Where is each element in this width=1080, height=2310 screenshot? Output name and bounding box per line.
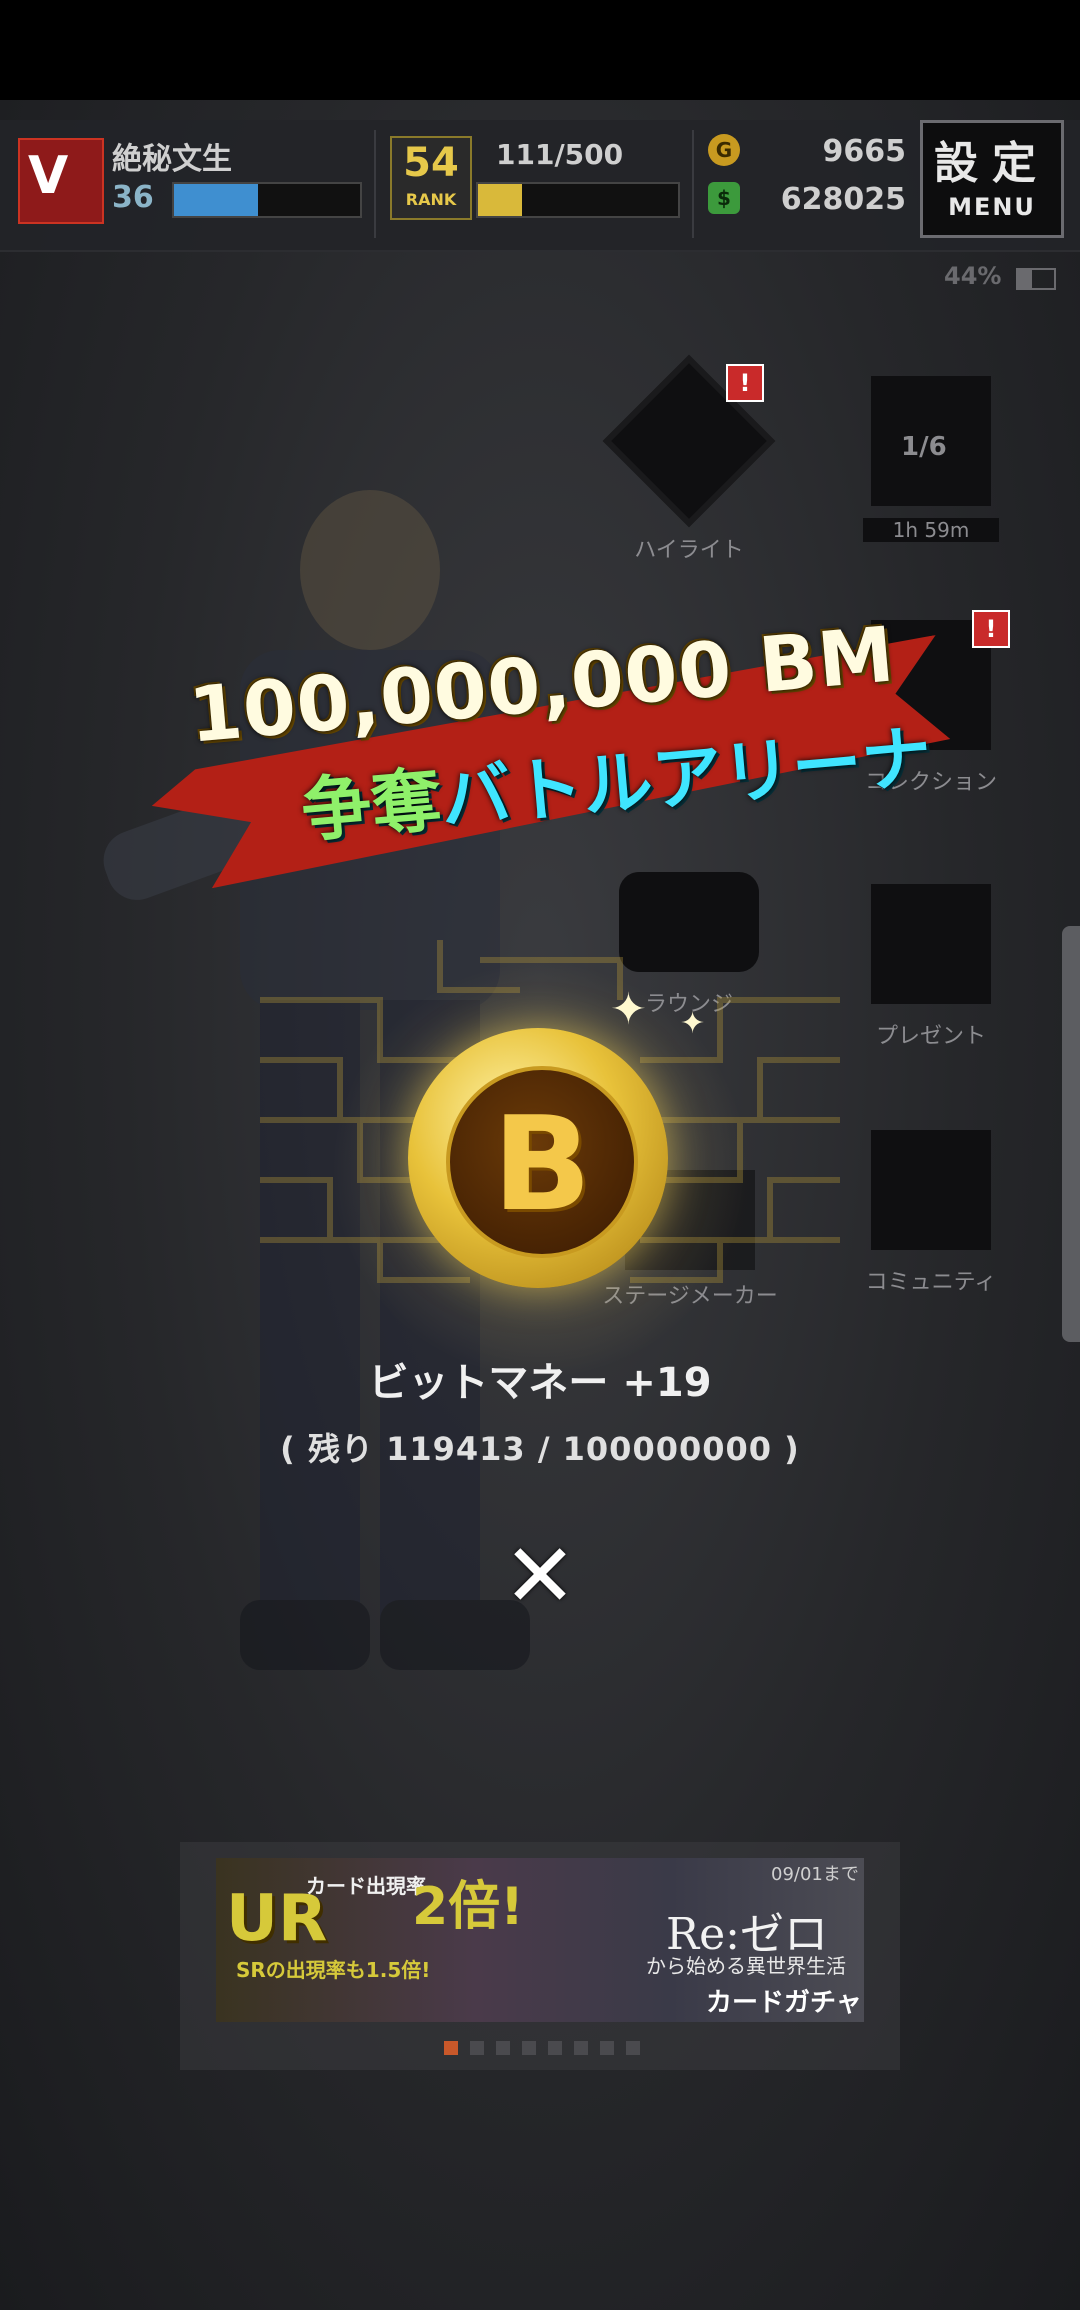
gacha-banner[interactable]: 09/01まで UR カード出現率 2倍! SRの出現率も1.5倍! Re:ゼロ… [216,1858,864,2022]
stamina-bar [476,182,680,218]
avatar-glyph: V [28,146,69,206]
stamina-fill [478,184,522,216]
player-exp-fill [174,184,258,216]
community-icon [871,1130,991,1250]
sparkle-icon: ✦ [680,1006,706,1041]
banner-date: 09/01まで [771,1864,859,1885]
notify-badge: ! [972,610,1010,648]
coin-letter: B [492,1088,592,1240]
settings-menu-button[interactable]: 設定 MENU [920,120,1064,238]
banner-page-dot[interactable] [600,2041,614,2055]
banner-page-dot[interactable] [470,2041,484,2055]
rank-value: 54 [403,140,459,186]
banner-page-dot[interactable] [574,2041,588,2055]
banner-page-dots [444,2040,652,2056]
banner-page-dot[interactable] [496,2041,510,2055]
remaining-text: ( 残り 119413 / 100000000 ) [280,1430,800,1468]
banner-page-dot[interactable] [444,2041,458,2055]
header-divider [692,130,694,238]
notify-badge: ! [726,364,764,402]
banner-page-dot[interactable] [548,2041,562,2055]
player-exp-bar [172,182,362,218]
banner-rate-value: 2倍! [412,1877,524,1937]
header-divider [374,130,376,238]
reward-text: ビットマネー +19 [368,1360,712,1406]
banner-page-dot[interactable] [522,2041,536,2055]
event-counter-menu-item[interactable]: 1/6 1h 59m [856,376,1006,542]
banner-rate-label: カード出現率 [306,1874,426,1898]
stamina-value: 111/500 [496,138,624,171]
sparkle-icon: ✦ [610,984,647,1035]
top-status-header: V 絶秘文生 36 54 RANK 111/500 G $ 9665 62802… [0,120,1080,252]
highlight-label: ハイライト [634,538,744,563]
rank-badge: 54 RANK [390,136,472,220]
gift-icon [871,884,991,1004]
rank-label: RANK [405,190,457,209]
green-currency-value: 628025 [780,182,906,217]
highlight-menu-item[interactable]: ハイライト ! [602,354,776,564]
close-popup-button[interactable]: ✕ [502,1532,578,1620]
battery-percent: 44% [944,262,1002,290]
banner-sr-rate: SRの出現率も1.5倍! [236,1958,431,1982]
banner-page-dot[interactable] [626,2041,640,2055]
player-name: 絶秘文生 [112,142,232,177]
menu-kanji: 設定 [934,138,1050,189]
gold-currency-value: 9665 [822,134,907,169]
menu-label: MENU [948,193,1036,221]
coin-inner: B [446,1066,638,1258]
banner-subtitle: から始める異世界生活 [646,1954,846,1978]
player-level: 36 [112,180,154,215]
counter-label: 1/6 [901,432,947,462]
system-status-bar [0,0,1080,100]
side-drawer-handle[interactable] [1062,926,1080,1342]
player-avatar[interactable]: V [18,138,104,224]
calendar-grid-icon: 1/6 [871,376,991,506]
title-part-green: 争奪 [298,758,445,853]
banner-gacha: カードガチャ [706,1988,862,2018]
bit-money-coin-icon: B [408,1028,668,1288]
timer-label: 1h 59m [863,518,999,542]
battery-icon [1016,268,1056,290]
event-banner-carousel[interactable]: 09/01まで UR カード出現率 2倍! SRの出現率も1.5倍! Re:ゼロ… [180,1842,900,2070]
